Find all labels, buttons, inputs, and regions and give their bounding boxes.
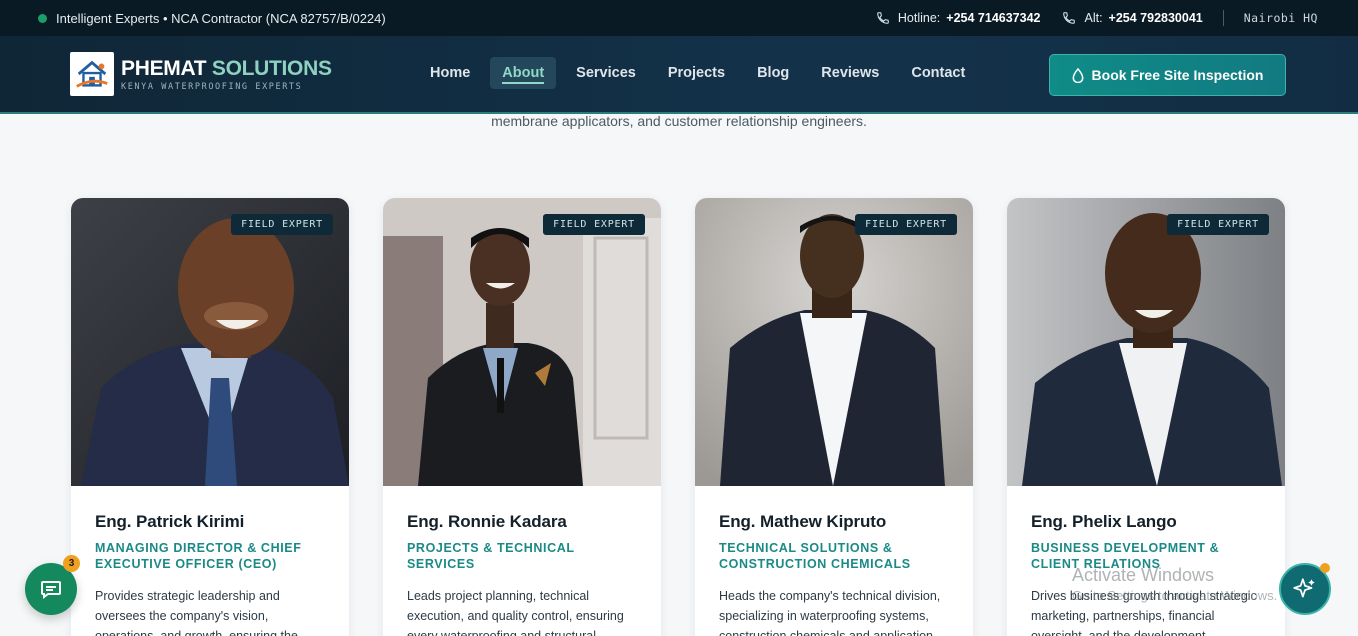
field-expert-badge: FIELD EXPERT: [1167, 214, 1269, 235]
alt-label: Alt:: [1084, 11, 1103, 25]
member-name: Eng. Patrick Kirimi: [95, 512, 245, 531]
brand-name: PHEMAT SOLUTIONS: [121, 57, 332, 81]
nav-about[interactable]: About: [490, 57, 557, 89]
top-info-bar: Intelligent Experts • NCA Contractor (NC…: [0, 0, 1358, 36]
watermark-title: Activate Windows: [1072, 565, 1215, 585]
member-description: Provides strategic leadership and overse…: [95, 589, 298, 636]
brand-tagline: KENYA WATERPROOFING EXPERTS: [121, 82, 303, 92]
field-expert-badge: FIELD EXPERT: [543, 214, 645, 235]
water-drop-icon: [1072, 67, 1083, 83]
team-card: FIELD EXPERT Eng. Mathew Kipruto TECHNIC…: [695, 198, 973, 636]
nav-blog[interactable]: Blog: [745, 57, 801, 89]
nav-projects[interactable]: Projects: [656, 57, 737, 89]
status-dot: [38, 13, 47, 23]
team-photo: FIELD EXPERT: [71, 198, 349, 486]
nav-menu: Home About Services Projects Blog Review…: [418, 57, 977, 89]
book-inspection-label: Book Free Site Inspection: [1091, 67, 1264, 83]
alt-number[interactable]: +254 792830041: [1109, 11, 1203, 25]
house-logo-icon: [76, 60, 108, 88]
field-expert-badge: FIELD EXPERT: [231, 214, 333, 235]
person-portrait-image: [1007, 198, 1285, 486]
logo[interactable]: [70, 52, 114, 96]
member-name: Eng. Ronnie Kadara: [407, 512, 567, 531]
book-inspection-button[interactable]: Book Free Site Inspection: [1049, 54, 1286, 96]
nav-contact[interactable]: Contact: [899, 57, 977, 89]
member-description: Heads the company's technical division, …: [719, 589, 941, 636]
brand-name-part1: PHEMAT: [121, 57, 207, 80]
status-group: Intelligent Experts • NCA Contractor (NC…: [38, 0, 386, 36]
nav-services[interactable]: Services: [564, 57, 648, 89]
intro-text: membrane applicators, and customer relat…: [491, 113, 867, 129]
member-name: Eng. Mathew Kipruto: [719, 512, 887, 531]
team-photo: FIELD EXPERT: [383, 198, 661, 486]
hotline-label: Hotline:: [897, 11, 941, 25]
brand-block[interactable]: PHEMAT SOLUTIONS KENYA WATERPROOFING EXP…: [121, 57, 332, 92]
member-role: PROJECTS & TECHNICAL SERVICES: [407, 541, 575, 571]
person-portrait-image: [695, 198, 973, 486]
chat-bubble-icon: [41, 581, 61, 599]
member-role: TECHNICAL SOLUTIONS & CONSTRUCTION CHEMI…: [719, 541, 911, 571]
team-card: FIELD EXPERT Eng. Ronnie Kadara PROJECTS…: [383, 198, 661, 636]
nav-reviews[interactable]: Reviews: [809, 57, 891, 89]
notification-dot: [1320, 563, 1330, 573]
windows-activation-watermark: Activate Windows Go to Settings to activ…: [1072, 565, 1277, 603]
status-text: Intelligent Experts • NCA Contractor (NC…: [56, 10, 386, 26]
member-role: MANAGING DIRECTOR & CHIEF EXECUTIVE OFFI…: [95, 541, 302, 571]
brand-name-part2: SOLUTIONS: [211, 57, 332, 80]
field-expert-badge: FIELD EXPERT: [855, 214, 957, 235]
team-card: FIELD EXPERT Eng. Patrick Kirimi MANAGIN…: [71, 198, 349, 636]
chat-notification-badge: 3: [63, 555, 80, 572]
contact-group: Hotline: +254 714637342 Alt: +254 792830…: [876, 0, 1318, 36]
phone-icon: [877, 12, 889, 24]
location-text: Nairobi HQ: [1243, 11, 1318, 25]
sparkles-icon: [1293, 578, 1315, 598]
team-photo: FIELD EXPERT: [1007, 198, 1285, 486]
hotline-number[interactable]: +254 714637342: [946, 11, 1040, 25]
phone-icon: [1063, 12, 1076, 24]
member-name: Eng. Phelix Lango: [1031, 512, 1177, 531]
divider: [1222, 10, 1224, 26]
watermark-subtitle: Go to Settings to activate Windows.: [1072, 588, 1278, 603]
member-description: Leads project planning, technical execut…: [407, 589, 624, 636]
team-photo: FIELD EXPERT: [695, 198, 973, 486]
nav-home[interactable]: Home: [418, 57, 482, 89]
person-portrait-image: [383, 198, 661, 486]
main-navbar: PHEMAT SOLUTIONS KENYA WATERPROOFING EXP…: [0, 36, 1358, 114]
person-portrait-image: [71, 198, 349, 486]
